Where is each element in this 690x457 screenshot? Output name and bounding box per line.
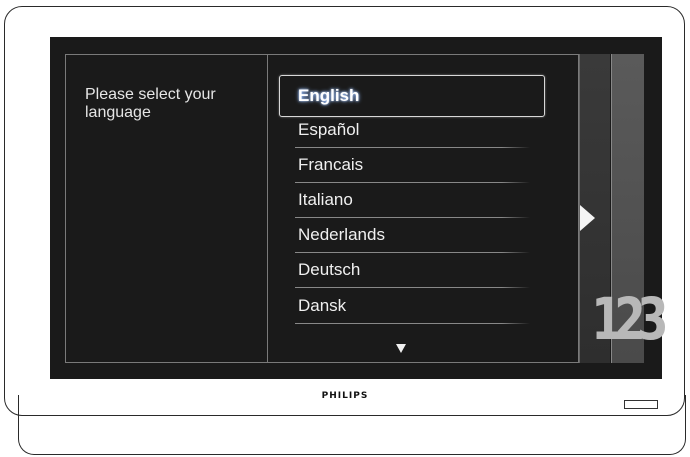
- tv-screen: Please select your language English Espa…: [50, 37, 669, 379]
- language-option-francais[interactable]: Francais: [295, 148, 530, 183]
- language-option-english[interactable]: English: [298, 79, 530, 113]
- language-label: Nederlands: [298, 225, 385, 244]
- language-option-deutsch[interactable]: Deutsch: [295, 253, 530, 288]
- language-label: Deutsch: [298, 260, 361, 279]
- language-option-espanol[interactable]: Español: [295, 113, 530, 148]
- language-menu: Please select your language English Espa…: [65, 54, 579, 363]
- triangle-right-icon[interactable]: [580, 205, 595, 231]
- language-label: Italiano: [298, 190, 353, 209]
- language-option-italiano[interactable]: Italiano: [295, 183, 530, 218]
- list-separator: [295, 323, 530, 324]
- language-list: English Español Francais Italiano Nederl…: [268, 55, 579, 362]
- language-label: Francais: [298, 155, 364, 174]
- brand-logo: PHILIPS: [321, 391, 369, 401]
- triangle-down-icon[interactable]: [396, 344, 406, 353]
- language-option-dansk[interactable]: Dansk: [295, 289, 530, 324]
- power-indicator: [624, 400, 658, 409]
- language-prompt: Please select your language: [85, 86, 216, 121]
- language-label: Español: [298, 120, 360, 139]
- language-label: English: [298, 86, 360, 105]
- language-option-nederlands[interactable]: Nederlands: [295, 218, 530, 253]
- list-separator: [295, 287, 530, 288]
- tv-stand: [18, 395, 686, 455]
- step-indicator: 123: [591, 285, 668, 353]
- language-label: Dansk: [298, 296, 347, 315]
